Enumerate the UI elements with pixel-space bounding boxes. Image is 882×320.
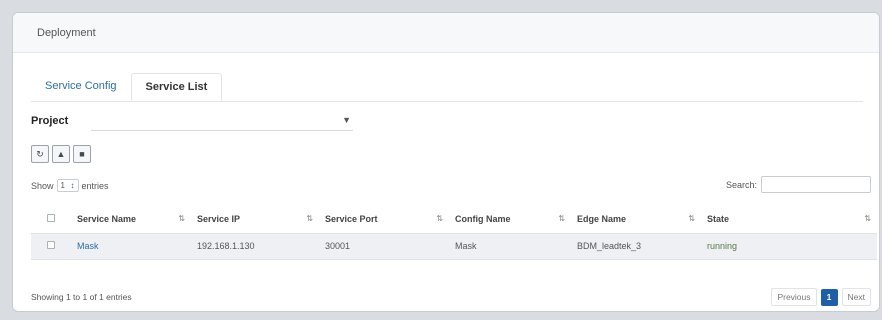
select-all-header bbox=[31, 205, 71, 233]
upload-button[interactable]: ▲ bbox=[52, 145, 70, 163]
chevron-down-icon: ▼ bbox=[342, 115, 351, 125]
search-control: Search: bbox=[726, 176, 871, 193]
service-table: Service Name ⇅ Service IP ⇅ Service Port ⇅ … bbox=[31, 205, 877, 260]
table-row[interactable]: Mask 192.168.1.130 30001 Mask BDM_leadte… bbox=[31, 233, 877, 259]
updown-icon: ↕ bbox=[70, 181, 75, 190]
sort-icon: ⇅ bbox=[178, 213, 185, 223]
card-title: Deployment bbox=[13, 13, 879, 53]
table-info: Showing 1 to 1 of 1 entries bbox=[31, 292, 132, 302]
tab-bar: Service Config Service List bbox=[31, 73, 223, 101]
next-button[interactable]: Next bbox=[841, 288, 871, 306]
row-checkbox-cell bbox=[31, 233, 71, 259]
row-checkbox[interactable] bbox=[47, 241, 55, 249]
deployment-card: Deployment Service Config Service List P… bbox=[12, 12, 880, 312]
tab-service-config[interactable]: Service Config bbox=[31, 73, 131, 101]
select-all-checkbox[interactable] bbox=[47, 213, 55, 222]
upload-icon: ▲ bbox=[56, 149, 66, 159]
sort-icon: ⇅ bbox=[558, 213, 565, 223]
delete-button[interactable]: ■ bbox=[73, 145, 91, 163]
toolbar: ↻ ▲ ■ bbox=[31, 145, 91, 163]
sort-icon: ⇅ bbox=[306, 213, 313, 223]
state-cell: running bbox=[707, 241, 738, 251]
length-prefix: Show bbox=[31, 180, 54, 191]
service-name-link[interactable]: Mask bbox=[71, 233, 191, 259]
length-suffix: entries bbox=[81, 180, 109, 191]
search-input[interactable] bbox=[761, 176, 871, 193]
service-ip-cell: 192.168.1.130 bbox=[197, 241, 255, 251]
project-label: Project bbox=[31, 115, 69, 127]
refresh-icon: ↻ bbox=[36, 148, 44, 159]
page-1-button[interactable]: 1 bbox=[820, 288, 838, 306]
trash-icon: ■ bbox=[79, 149, 85, 159]
length-control: Show 1 ↕ entries bbox=[31, 179, 109, 192]
tab-divider bbox=[31, 101, 863, 102]
project-select[interactable]: ▼ bbox=[91, 111, 353, 131]
sort-icon: ⇅ bbox=[688, 213, 695, 223]
col-config-name[interactable]: Config Name ⇅ bbox=[449, 205, 571, 233]
service-port-cell: 30001 bbox=[325, 241, 351, 251]
length-select[interactable]: 1 ↕ bbox=[56, 179, 79, 192]
tab-service-list[interactable]: Service List bbox=[130, 73, 223, 101]
edge-name-cell: BDM_leadtek_3 bbox=[577, 241, 642, 251]
table-header-row: Service Name ⇅ Service IP ⇅ Service Port ⇅ … bbox=[31, 205, 877, 233]
previous-button[interactable]: Previous bbox=[771, 288, 817, 306]
project-row: Project ▼ bbox=[31, 109, 353, 133]
search-label: Search: bbox=[725, 179, 757, 190]
col-edge-name[interactable]: Edge Name ⇅ bbox=[571, 205, 701, 233]
refresh-button[interactable]: ↻ bbox=[31, 145, 49, 163]
col-service-name[interactable]: Service Name ⇅ bbox=[71, 205, 191, 233]
config-name-cell: Mask bbox=[455, 241, 477, 251]
length-value: 1 bbox=[60, 181, 65, 190]
sort-icon: ⇅ bbox=[864, 213, 871, 223]
sort-icon: ⇅ bbox=[436, 213, 443, 223]
col-state[interactable]: State ⇅ bbox=[701, 205, 877, 233]
col-service-ip[interactable]: Service IP ⇅ bbox=[191, 205, 319, 233]
pagination: Previous 1 Next bbox=[771, 288, 871, 306]
col-service-port[interactable]: Service Port ⇅ bbox=[319, 205, 449, 233]
